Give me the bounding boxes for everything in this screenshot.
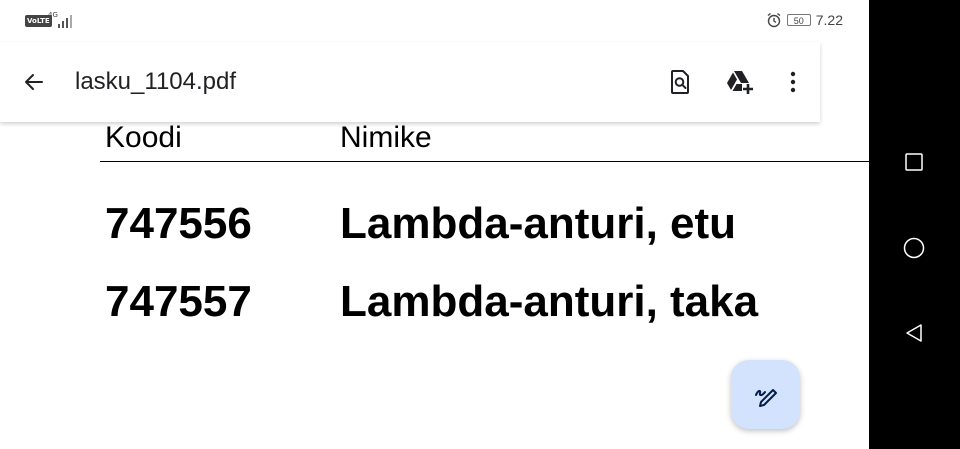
- screen: Koodi Nimike 747556 Lambda-anturi, etu 7…: [0, 0, 960, 449]
- header-divider: [100, 161, 869, 162]
- more-vert-icon: [790, 71, 796, 93]
- battery-indicator: 50: [786, 14, 811, 26]
- status-right-group: 50 7.22: [766, 12, 843, 28]
- row-2-name: Lambda-anturi, taka: [340, 277, 759, 326]
- back-arrow-icon: [25, 74, 43, 90]
- content-area: Koodi Nimike 747556 Lambda-anturi, etu 7…: [0, 0, 869, 449]
- recent-apps-icon: [905, 153, 923, 171]
- column-header-name: Nimike: [340, 121, 432, 154]
- document-title: lasku_1104.pdf: [75, 68, 237, 95]
- back-nav-button[interactable]: [894, 313, 934, 353]
- find-in-page-button[interactable]: [662, 64, 698, 100]
- app-bar: lasku_1104.pdf: [0, 42, 820, 122]
- more-options-button[interactable]: [775, 64, 811, 100]
- add-to-drive-icon: [727, 71, 753, 94]
- find-in-page-icon: [671, 70, 689, 94]
- status-bar: VoLTE 4G 50 7.22: [0, 0, 869, 42]
- annotate-fab[interactable]: [731, 360, 800, 429]
- column-header-code: Koodi: [105, 121, 182, 154]
- row-1-code: 747556: [105, 199, 252, 248]
- alarm-icon: [767, 12, 781, 28]
- clock: 7.22: [815, 12, 843, 28]
- row-1-name: Lambda-anturi, etu: [340, 199, 737, 248]
- row-2-code: 747557: [105, 277, 252, 326]
- home-button[interactable]: [894, 228, 934, 268]
- edit-draw-icon: [754, 388, 777, 407]
- back-button[interactable]: [18, 66, 50, 98]
- system-navigation-bar: [869, 0, 960, 449]
- recent-apps-button[interactable]: [894, 142, 934, 182]
- signal-strength-icon: [58, 15, 72, 28]
- home-icon: [903, 237, 925, 259]
- add-to-drive-button[interactable]: [722, 64, 758, 100]
- back-icon: [906, 324, 922, 342]
